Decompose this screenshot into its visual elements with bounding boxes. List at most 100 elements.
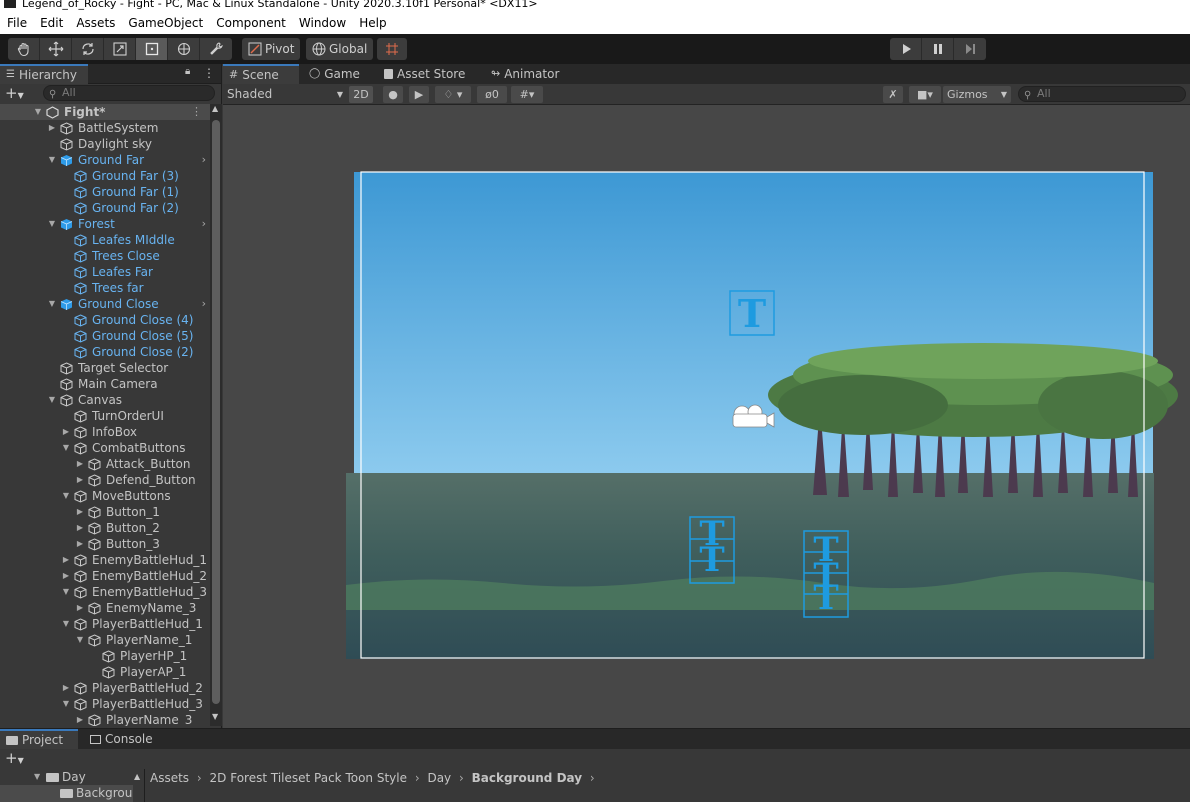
grid-snap-button[interactable] [377,38,407,60]
expand-arrow-right-icon[interactable]: ▶ [75,712,85,726]
scene-viewport[interactable]: T T T T T T [223,105,1190,728]
scene-search-input[interactable]: ⚲ All [1018,86,1186,102]
expand-arrow-right-icon[interactable]: ▶ [75,600,85,616]
expand-arrow-down-icon[interactable]: ▼ [75,632,85,648]
play-button[interactable] [890,38,922,60]
hierarchy-item[interactable]: ▼ PlayerBattleHud_1 [0,616,210,632]
hierarchy-item[interactable]: ▼ Ground Close › [0,296,210,312]
hierarchy-item[interactable]: Trees Close [0,248,210,264]
open-prefab-chevron-icon[interactable]: › [202,296,206,312]
step-button[interactable] [954,38,986,60]
folder-row-day[interactable]: ▼ Day ▲ [0,769,145,785]
tab-animator[interactable]: ↬ Animator [485,64,565,84]
expand-arrow-down-icon[interactable]: ▼ [61,440,71,456]
audio-toggle[interactable]: ▶ [409,86,429,103]
camera-settings-dropdown[interactable]: ■▾ [909,86,941,103]
scene-row[interactable]: ▼ Fight* ⋮ [0,104,210,120]
open-prefab-chevron-icon[interactable]: › [202,216,206,232]
hierarchy-item[interactable]: TurnOrderUI [0,408,210,424]
hierarchy-item[interactable]: Ground Close (5) [0,328,210,344]
menu-edit[interactable]: Edit [33,16,69,30]
expand-arrow-down-icon[interactable]: ▼ [47,296,57,312]
hierarchy-item[interactable]: ▼ PlayerName_1 [0,632,210,648]
pivot-toggle-button[interactable]: Pivot [242,38,301,60]
hierarchy-item[interactable]: ▶ PlayerBattleHud_2 [0,680,210,696]
hidden-objects-toggle[interactable]: ø0 [477,86,507,103]
hierarchy-item[interactable]: ▶ InfoBox [0,424,210,440]
expand-arrow-right-icon[interactable]: ▶ [47,120,57,136]
project-add-button[interactable]: +▼ [5,750,24,769]
hierarchy-item[interactable]: ▶ Button_1 [0,504,210,520]
open-prefab-chevron-icon[interactable]: › [202,152,206,168]
tools-overlay-button[interactable]: ✗ [883,86,903,103]
expand-arrow-right-icon[interactable]: ▶ [75,504,85,520]
hierarchy-item[interactable]: ▶ PlayerName_3 [0,712,210,726]
expand-arrow-down-icon[interactable]: ▼ [61,584,71,600]
hierarchy-item[interactable]: Ground Far (2) [0,200,210,216]
scale-tool-button[interactable] [104,38,136,60]
hierarchy-item[interactable]: ▼ PlayerBattleHud_3 [0,696,210,712]
hierarchy-item[interactable]: ▶ Attack_Button [0,456,210,472]
hierarchy-item[interactable]: Target Selector [0,360,210,376]
expand-arrow-right-icon[interactable]: ▶ [75,536,85,552]
hierarchy-item[interactable]: ▶ EnemyName_3 [0,600,210,616]
hierarchy-item[interactable]: Ground Far (1) [0,184,210,200]
rotate-tool-button[interactable] [72,38,104,60]
breadcrumb-item[interactable]: Assets [150,771,189,785]
menu-component[interactable]: Component [209,16,292,30]
hierarchy-add-button[interactable]: +▼ [5,85,24,104]
hierarchy-item[interactable]: ▼ CombatButtons [0,440,210,456]
expand-arrow-right-icon[interactable]: ▶ [75,472,85,488]
gizmos-dropdown[interactable]: Gizmos ▼ [943,86,1011,103]
hierarchy-item[interactable]: ▼ Forest › [0,216,210,232]
mode-2d-toggle[interactable]: 2D [349,86,373,103]
hand-tool-button[interactable] [8,38,40,60]
expand-arrow-down-icon[interactable]: ▼ [33,104,43,120]
hierarchy-item[interactable]: Ground Close (2) [0,344,210,360]
menu-gameobject[interactable]: GameObject [121,16,209,30]
kebab-menu-icon[interactable]: ⋮ [203,66,215,80]
breadcrumb-current[interactable]: Background Day [472,771,582,785]
hierarchy-item[interactable]: ▼ EnemyBattleHud_3 [0,584,210,600]
grid-visibility-dropdown[interactable]: #▾ [511,86,543,103]
expand-arrow-down-icon[interactable]: ▼ [61,488,71,504]
expand-arrow-right-icon[interactable]: ▶ [75,520,85,536]
expand-arrow-right-icon[interactable]: ▶ [61,424,71,440]
rect-tool-button[interactable] [136,38,168,60]
hierarchy-item[interactable]: PlayerHP_1 [0,648,210,664]
expand-arrow-down-icon[interactable]: ▼ [34,769,40,785]
hierarchy-search-input[interactable]: ⚲ All [43,85,215,101]
scroll-down-icon[interactable]: ▼ [212,712,218,721]
shading-mode-dropdown[interactable]: Shaded ▼ [227,86,345,103]
menu-window[interactable]: Window [292,16,352,30]
scene-kebab-icon[interactable]: ⋮ [191,104,202,120]
effects-dropdown[interactable]: ♢ ▾ [435,86,471,103]
move-tool-button[interactable] [40,38,72,60]
expand-arrow-right-icon[interactable]: ▶ [61,568,71,584]
hierarchy-item[interactable]: ▶ Button_2 [0,520,210,536]
hierarchy-item[interactable]: Ground Far (3) [0,168,210,184]
scroll-up-icon[interactable]: ▲ [134,769,140,785]
tab-console[interactable]: Console [84,729,159,749]
hierarchy-item[interactable]: PlayerAP_1 [0,664,210,680]
menu-help[interactable]: Help [352,16,392,30]
tab-project[interactable]: Project [0,729,78,749]
menu-file[interactable]: File [0,16,33,30]
expand-arrow-right-icon[interactable]: ▶ [75,456,85,472]
tab-hierarchy[interactable]: ☰ Hierarchy [0,64,88,84]
hierarchy-item[interactable]: Trees far [0,280,210,296]
transform-tool-button[interactable] [168,38,200,60]
breadcrumb-item[interactable]: 2D Forest Tileset Pack Toon Style [210,771,407,785]
hierarchy-item[interactable]: ▶ Button_3 [0,536,210,552]
hierarchy-item[interactable]: ▶ EnemyBattleHud_2 [0,568,210,584]
tab-game[interactable]: ◯ Game [303,64,366,84]
lighting-toggle[interactable]: ● [383,86,403,103]
expand-arrow-down-icon[interactable]: ▼ [47,216,57,232]
hierarchy-item[interactable]: ▼ Canvas [0,392,210,408]
expand-arrow-right-icon[interactable]: ▶ [61,552,71,568]
pause-button[interactable] [922,38,954,60]
expand-arrow-right-icon[interactable]: ▶ [61,680,71,696]
tab-scene[interactable]: # Scene [223,64,299,84]
expand-arrow-down-icon[interactable]: ▼ [61,696,71,712]
hierarchy-item[interactable]: Daylight sky [0,136,210,152]
